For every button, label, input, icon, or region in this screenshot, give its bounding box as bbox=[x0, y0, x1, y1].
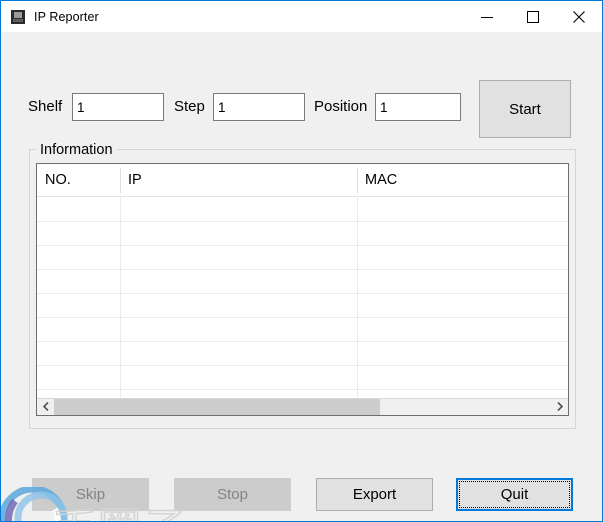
ip-reporter-window: IP Reporter Shelf S bbox=[0, 0, 603, 522]
grid-column-line bbox=[357, 197, 358, 398]
column-header-mac[interactable]: MAC bbox=[357, 164, 567, 197]
table-row[interactable] bbox=[37, 341, 568, 342]
step-label: Step bbox=[174, 98, 205, 115]
information-group-title: Information bbox=[36, 142, 117, 158]
stop-button[interactable]: Stop bbox=[174, 478, 291, 511]
position-label: Position bbox=[314, 98, 368, 115]
maximize-button[interactable] bbox=[510, 1, 556, 33]
export-button[interactable]: Export bbox=[316, 478, 433, 511]
information-table: NO. IP MAC bbox=[36, 163, 569, 416]
shelf-label: Shelf bbox=[28, 98, 63, 115]
skip-button[interactable]: Skip bbox=[32, 478, 149, 511]
minimize-icon bbox=[481, 11, 493, 23]
horizontal-scrollbar[interactable] bbox=[37, 398, 568, 415]
column-header-ip[interactable]: IP bbox=[120, 164, 357, 197]
window-controls bbox=[464, 1, 602, 33]
title-bar: IP Reporter bbox=[1, 0, 602, 32]
chevron-right-icon bbox=[556, 398, 564, 415]
scroll-left-button[interactable] bbox=[37, 399, 54, 415]
step-input[interactable] bbox=[213, 93, 305, 121]
app-icon bbox=[10, 9, 26, 25]
column-header-no[interactable]: NO. bbox=[37, 164, 120, 197]
table-header-row: NO. IP MAC bbox=[37, 164, 568, 197]
scrollbar-track[interactable] bbox=[54, 399, 551, 415]
quit-button[interactable]: Quit bbox=[456, 478, 573, 511]
table-row[interactable] bbox=[37, 365, 568, 366]
minimize-button[interactable] bbox=[464, 1, 510, 33]
parameters-row: Shelf Step Position Start bbox=[1, 32, 602, 138]
position-input[interactable] bbox=[375, 93, 461, 121]
close-button[interactable] bbox=[556, 1, 602, 33]
client-area: Shelf Step Position Start Information NO… bbox=[1, 32, 602, 521]
scroll-right-button[interactable] bbox=[551, 399, 568, 415]
chevron-left-icon bbox=[42, 398, 50, 415]
close-icon bbox=[573, 11, 585, 23]
quit-button-label: Quit bbox=[500, 486, 529, 503]
table-row[interactable] bbox=[37, 293, 568, 294]
table-row[interactable] bbox=[37, 317, 568, 318]
window-title: IP Reporter bbox=[34, 9, 99, 24]
table-row[interactable] bbox=[37, 245, 568, 246]
table-row[interactable] bbox=[37, 269, 568, 270]
maximize-icon bbox=[527, 11, 539, 23]
shelf-input[interactable] bbox=[72, 93, 164, 121]
table-row[interactable] bbox=[37, 221, 568, 222]
table-row[interactable] bbox=[37, 389, 568, 390]
start-button[interactable]: Start bbox=[479, 80, 571, 138]
grid-column-line bbox=[120, 197, 121, 398]
scrollbar-thumb[interactable] bbox=[54, 399, 380, 415]
